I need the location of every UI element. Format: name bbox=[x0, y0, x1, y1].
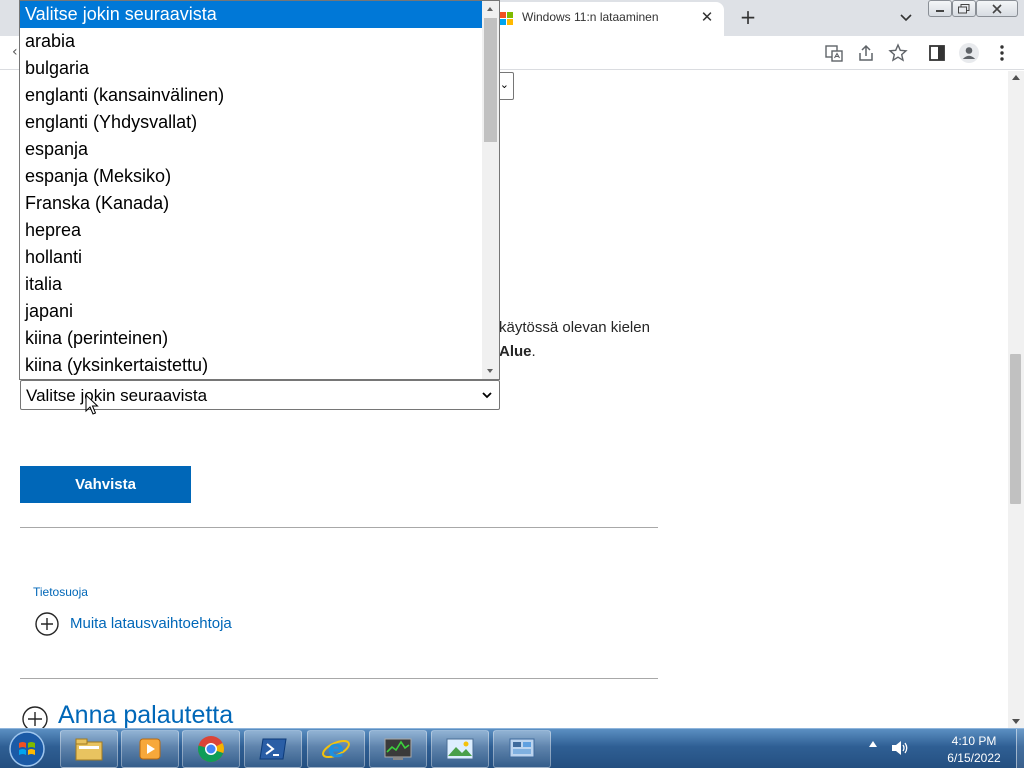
taskbar: e 4:10 PM 6/15/2022 bbox=[0, 728, 1024, 769]
confirm-button[interactable]: Vahvista bbox=[20, 466, 191, 503]
instruction-text: käytössä olevan kielen bbox=[499, 319, 650, 336]
divider bbox=[20, 678, 658, 679]
clock-date[interactable]: 6/15/2022 bbox=[934, 751, 1014, 765]
translate-icon[interactable] bbox=[823, 42, 845, 64]
tab-title: Windows 11:n lataaminen bbox=[522, 10, 659, 24]
plus-circle-icon bbox=[22, 706, 48, 728]
start-button-icon[interactable] bbox=[4, 730, 50, 768]
plus-circle-icon bbox=[35, 612, 59, 636]
clock-time[interactable]: 4:10 PM bbox=[934, 734, 1014, 748]
chrome-icon bbox=[198, 736, 224, 763]
share-icon[interactable] bbox=[855, 42, 877, 64]
dropdown-option[interactable]: kiina (perinteinen) bbox=[20, 325, 484, 352]
scroll-down-arrow-icon[interactable] bbox=[487, 369, 493, 373]
dropdown-option[interactable]: englanti (Yhdysvallat) bbox=[20, 109, 484, 136]
divider bbox=[20, 527, 658, 528]
show-desktop-button[interactable] bbox=[1016, 729, 1024, 769]
dropdown-option[interactable]: bulgaria bbox=[20, 55, 484, 82]
dropdown-option[interactable]: hollanti bbox=[20, 244, 484, 271]
taskbar-control-panel[interactable] bbox=[493, 730, 551, 768]
side-panel-icon[interactable] bbox=[926, 42, 948, 64]
scroll-down-arrow-icon[interactable] bbox=[1012, 719, 1020, 724]
volume-icon[interactable] bbox=[890, 739, 910, 757]
bookmark-star-icon[interactable] bbox=[887, 42, 909, 64]
region-label: Alue bbox=[499, 343, 532, 360]
taskbar-chrome[interactable] bbox=[182, 730, 240, 768]
dropdown-scrollbar[interactable] bbox=[482, 1, 499, 379]
period: . bbox=[531, 343, 536, 360]
taskbar-photo-viewer[interactable] bbox=[431, 730, 489, 768]
photo-viewer-icon bbox=[446, 738, 474, 760]
scroll-thumb[interactable] bbox=[1010, 354, 1021, 504]
dropdown-option[interactable]: heprea bbox=[20, 217, 484, 244]
dropdown-option[interactable]: italia bbox=[20, 271, 484, 298]
dropdown-option[interactable]: Franska (Kanada) bbox=[20, 190, 484, 217]
window-close-button[interactable] bbox=[976, 0, 1018, 17]
svg-text:e: e bbox=[328, 735, 344, 763]
back-icon[interactable]: ‹ bbox=[12, 44, 18, 60]
show-hidden-icons-icon[interactable] bbox=[869, 741, 877, 747]
dropdown-option[interactable]: espanja (Meksiko) bbox=[20, 163, 484, 190]
media-player-icon bbox=[139, 738, 161, 760]
browser-tab[interactable]: Windows 11:n lataaminen ✕ bbox=[488, 2, 724, 36]
new-tab-button[interactable]: + bbox=[736, 5, 760, 29]
language-dropdown-list[interactable]: Valitse jokin seuraavista arabia bulgaria e… bbox=[19, 0, 500, 380]
taskbar-explorer[interactable] bbox=[60, 730, 118, 768]
task-manager-icon bbox=[384, 738, 412, 760]
taskbar-powershell[interactable] bbox=[244, 730, 302, 768]
menu-icon[interactable] bbox=[991, 42, 1013, 64]
feedback-label: Anna palautetta bbox=[58, 701, 234, 728]
explorer-icon bbox=[75, 738, 103, 761]
dropdown-option[interactable]: Valitse jokin seuraavista bbox=[20, 1, 484, 28]
control-panel-icon bbox=[509, 738, 535, 758]
minimize-button[interactable] bbox=[928, 0, 952, 17]
scroll-thumb[interactable] bbox=[484, 18, 497, 142]
page-scrollbar[interactable] bbox=[1008, 71, 1024, 728]
scroll-up-arrow-icon[interactable] bbox=[1012, 75, 1020, 80]
microsoft-logo-icon bbox=[500, 12, 513, 25]
scroll-up-arrow-icon[interactable] bbox=[487, 7, 493, 11]
instruction-text-region: Alue. bbox=[499, 343, 536, 360]
privacy-link[interactable]: Tietosuoja bbox=[33, 585, 88, 599]
chevron-down-icon bbox=[482, 392, 492, 399]
taskbar-internet-explorer[interactable]: e bbox=[307, 730, 365, 768]
dropdown-option[interactable]: englanti (kansainvälinen) bbox=[20, 82, 484, 109]
dropdown-option[interactable]: kiina (yksinkertaistettu) bbox=[20, 352, 484, 379]
dropdown-option[interactable]: japani bbox=[20, 298, 484, 325]
internet-explorer-icon: e bbox=[322, 735, 350, 763]
dropdown-option[interactable]: arabia bbox=[20, 28, 484, 55]
taskbar-media-player[interactable] bbox=[121, 730, 179, 768]
restore-button[interactable] bbox=[952, 0, 976, 17]
taskbar-task-manager[interactable] bbox=[369, 730, 427, 768]
profile-avatar-icon[interactable] bbox=[958, 42, 980, 64]
dropdown-option[interactable]: espanja bbox=[20, 136, 484, 163]
powershell-icon bbox=[259, 738, 287, 760]
mouse-cursor-icon bbox=[85, 394, 99, 415]
language-select-value: Valitse jokin seuraavista bbox=[26, 386, 208, 405]
more-options-label: Muita latausvaihtoehtoja bbox=[70, 615, 232, 632]
chevron-down-icon: ⌄ bbox=[499, 78, 509, 91]
tab-close-icon[interactable]: ✕ bbox=[698, 8, 716, 26]
chevron-down-icon[interactable] bbox=[896, 7, 916, 27]
